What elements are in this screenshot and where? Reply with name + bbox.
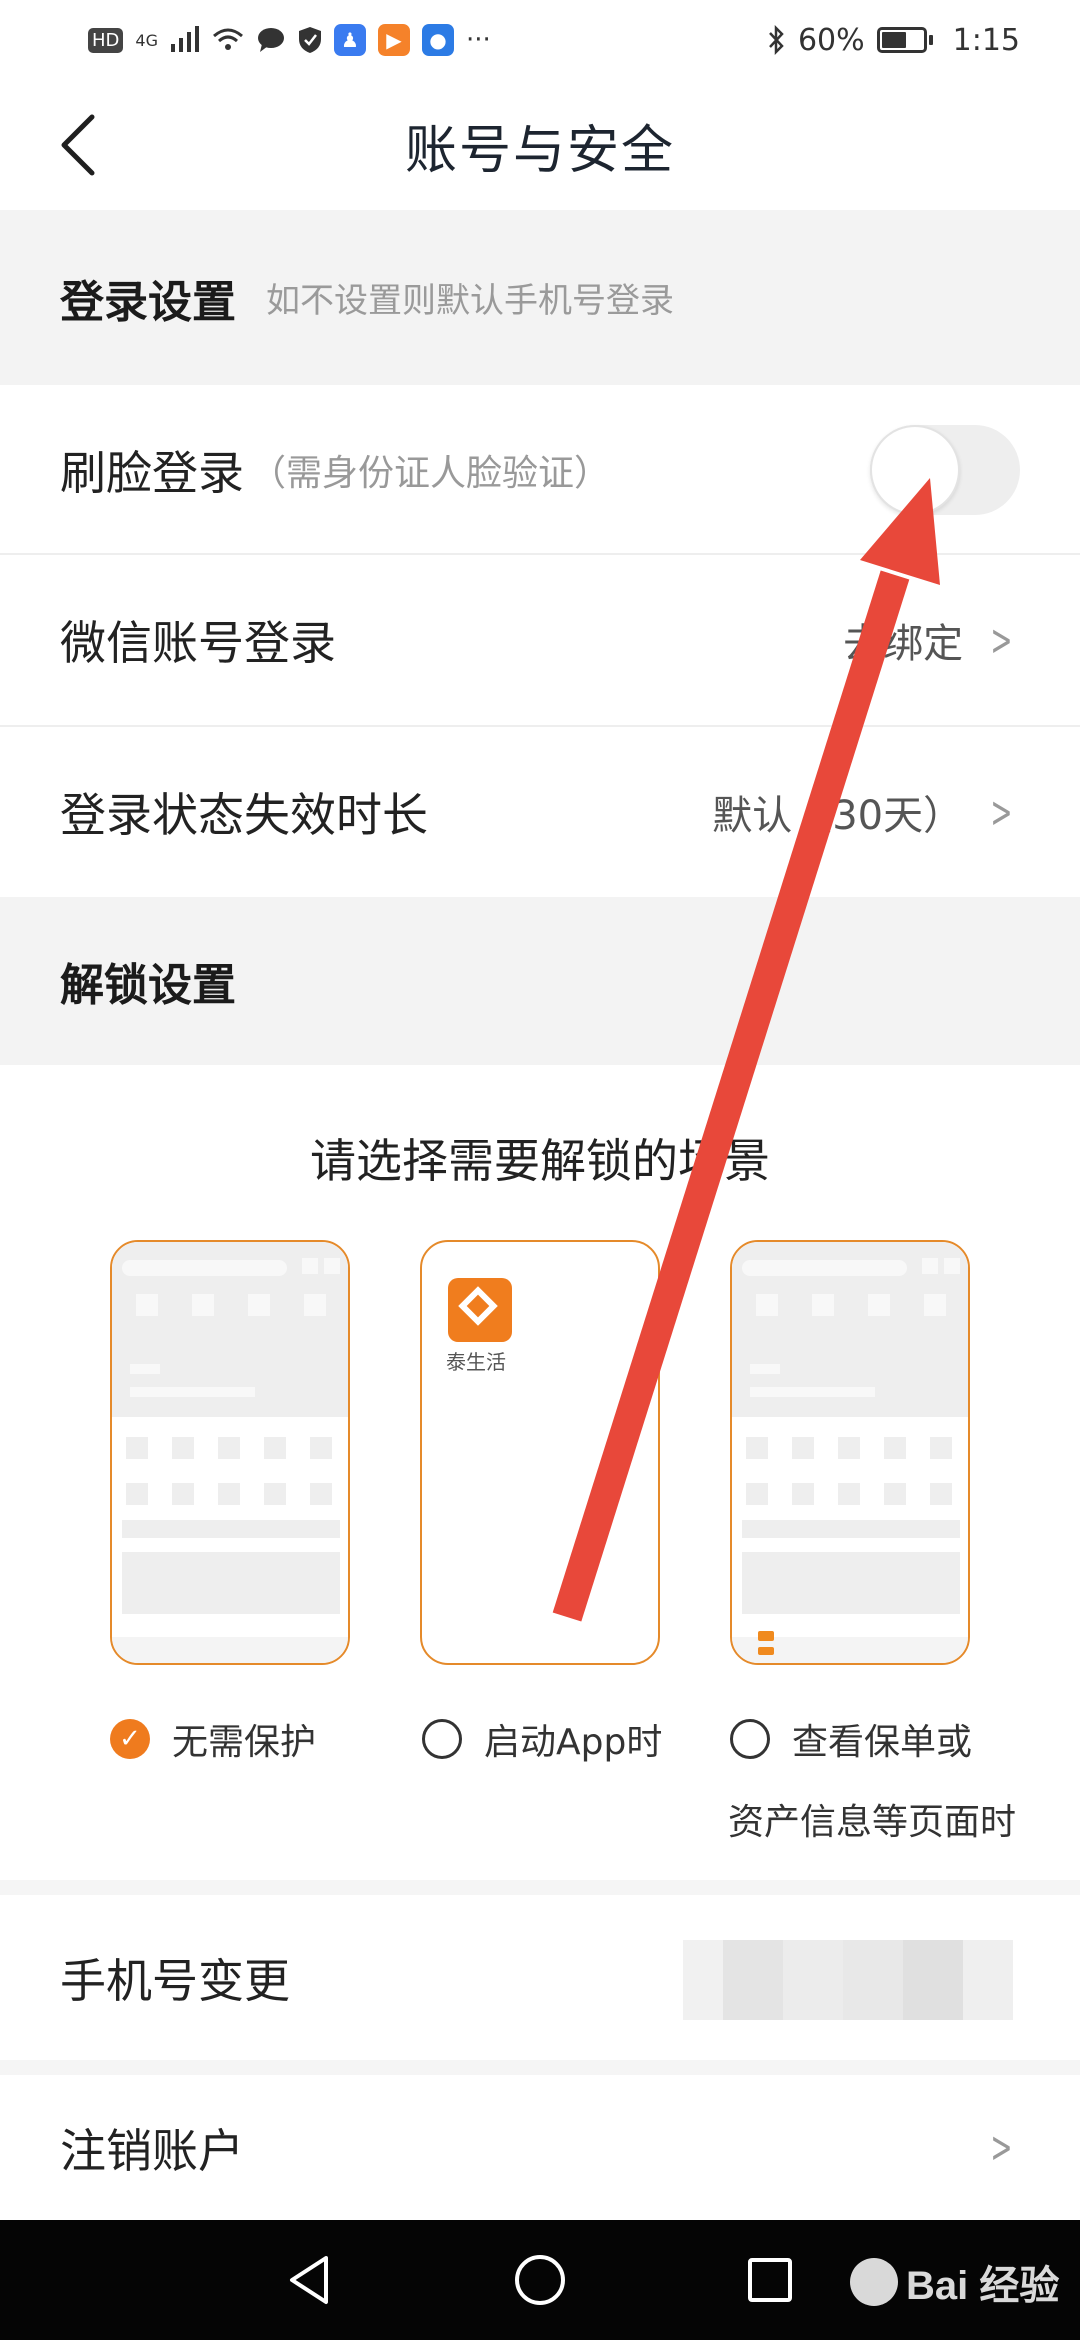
face-login-toggle[interactable] (870, 425, 1020, 515)
mock-line (130, 1364, 160, 1374)
system-home-button[interactable] (480, 2220, 600, 2340)
system-navigation-bar: Bai 经验 (0, 2220, 1080, 2340)
triangle-back-icon (290, 2256, 328, 2304)
square-recents-icon (748, 2258, 792, 2302)
mock-tabbar (112, 1637, 348, 1663)
contacts-app-icon: ♟ (333, 24, 366, 56)
option-label: 启动App时 (484, 1722, 663, 1763)
mock-banner (122, 1520, 340, 1538)
mock-square (192, 1294, 214, 1316)
mock-dot (944, 1258, 960, 1274)
app-name-label: 泰生活 (446, 1350, 506, 1374)
option-label: 查看保单或 (792, 1722, 973, 1763)
mock-line (130, 1387, 255, 1397)
chevron-right-icon: > (990, 786, 1013, 838)
chevron-right-icon: > (990, 614, 1013, 666)
mock-icon-grid (746, 1437, 956, 1505)
face-login-label: 刷脸登录 (60, 446, 244, 500)
option-label: 无需保护 (172, 1722, 317, 1763)
mock-square (304, 1294, 326, 1316)
wifi-icon (212, 27, 244, 53)
blurred-phone-number (683, 1940, 1013, 2020)
section-title: 解锁设置 (60, 960, 236, 1011)
circle-home-icon (515, 2255, 565, 2305)
chevron-right-icon: > (990, 2122, 1013, 2173)
mock-active-tab (758, 1647, 774, 1655)
checkmark-icon: ✓ (110, 1719, 150, 1759)
mock-search-bar (122, 1260, 287, 1276)
mock-square (756, 1294, 778, 1316)
battery-icon (876, 27, 933, 53)
option-label-line2: 资产信息等页面时 (728, 1802, 1017, 1843)
back-arrow-icon (61, 114, 95, 176)
wechat-bind-value: 去绑定 (843, 621, 964, 667)
bluetooth-icon (766, 25, 786, 55)
signal-icon (170, 26, 200, 54)
mock-dot (324, 1258, 340, 1274)
radio-icon (422, 1719, 462, 1759)
unlock-prompt: 请选择需要解锁的场景 (310, 1134, 770, 1188)
more-notifications-icon: ··· (465, 25, 491, 55)
scene-card-app-launch[interactable]: 泰生活 (420, 1240, 660, 1665)
mock-card (122, 1552, 340, 1614)
mock-card (742, 1552, 960, 1614)
wechat-login-label: 微信账号登录 (60, 616, 336, 670)
mock-square (248, 1294, 270, 1316)
status-bar: HD 4G ♟ ▶ ● ··· 60% 1:15 (0, 0, 1080, 80)
wechat-login-row[interactable]: 微信账号登录 去绑定 > (0, 555, 1080, 725)
page-title: 账号与安全 (404, 120, 675, 181)
mock-active-tab (758, 1631, 774, 1641)
option-policy-pages[interactable]: 查看保单或 (730, 1713, 972, 1765)
battery-percent: 60% (797, 22, 865, 58)
unlock-settings-header: 解锁设置 (0, 897, 1080, 1065)
face-login-hint: （需身份证人脸验证） (250, 453, 611, 494)
face-login-row: 刷脸登录 （需身份证人脸验证） (0, 385, 1080, 555)
cancel-account-label: 注销账户 (60, 2123, 244, 2178)
unlock-scene-panel: 请选择需要解锁的场景 泰生活 ✓ 无需保护 启动App时 查看保单或 资产信息等… (0, 1065, 1080, 1880)
phone-change-label: 手机号变更 (60, 1953, 290, 2008)
hd-icon: HD (88, 27, 124, 53)
mock-banner (742, 1520, 960, 1538)
system-back-button[interactable] (250, 2220, 370, 2340)
shield-icon (298, 26, 322, 54)
cancel-account-row[interactable]: 注销账户 > (0, 2075, 1080, 2220)
video-app-icon: ▶ (377, 24, 410, 56)
section-subtitle: 如不设置则默认手机号登录 (266, 281, 674, 321)
option-app-launch[interactable]: 启动App时 (422, 1713, 662, 1765)
scene-card-no-protection[interactable] (110, 1240, 350, 1665)
network-type-label: 4G (135, 30, 158, 50)
toggle-knob (870, 425, 960, 515)
clock: 1:15 (952, 22, 1020, 58)
radio-icon (730, 1719, 770, 1759)
session-timeout-value: 默认（30天） (712, 793, 964, 839)
mock-dot (302, 1258, 318, 1274)
bulb-app-icon: ● (421, 24, 454, 56)
baidu-jingyan-watermark: Bai 经验 (850, 2242, 1060, 2322)
mock-dot (922, 1258, 938, 1274)
session-timeout-label: 登录状态失效时长 (60, 788, 428, 842)
mock-icon-grid (126, 1437, 336, 1505)
session-timeout-row[interactable]: 登录状态失效时长 默认（30天） > (0, 727, 1080, 897)
option-no-protection[interactable]: ✓ 无需保护 (110, 1713, 316, 1765)
mock-search-bar (742, 1260, 907, 1276)
paw-icon (850, 2258, 898, 2306)
section-title: 登录设置 (60, 276, 236, 328)
chat-icon (256, 26, 286, 54)
back-button[interactable] (48, 112, 108, 178)
mock-square (924, 1294, 946, 1316)
mock-line (750, 1387, 875, 1397)
mock-square (136, 1294, 158, 1316)
login-settings-header: 登录设置 如不设置则默认手机号登录 (0, 210, 1080, 385)
taishenghuo-app-icon (448, 1278, 512, 1342)
nav-bar: 账号与安全 (0, 80, 1080, 210)
mock-square (868, 1294, 890, 1316)
mock-square (812, 1294, 834, 1316)
scene-card-policy-pages[interactable] (730, 1240, 970, 1665)
watermark-text: Bai 经验 (906, 2264, 1060, 2308)
system-recents-button[interactable] (710, 2220, 830, 2340)
mock-line (750, 1364, 780, 1374)
